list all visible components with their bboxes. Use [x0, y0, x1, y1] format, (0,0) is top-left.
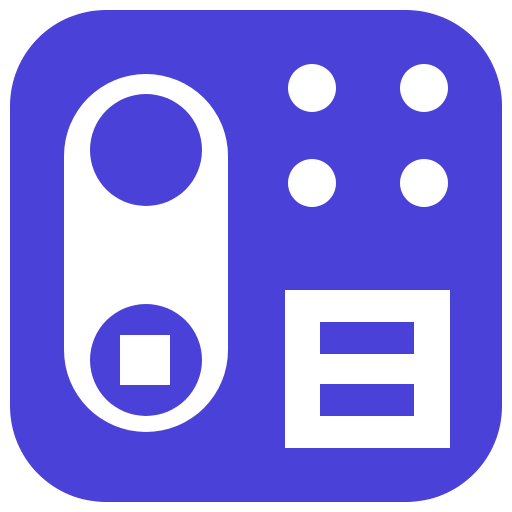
icon-canvas: [0, 0, 512, 512]
panel-slot-bottom: [320, 384, 414, 416]
grid-dot: [400, 64, 448, 112]
panel-frame: [285, 290, 450, 448]
grid-dot: [400, 159, 448, 207]
grid-dot: [288, 64, 336, 112]
panel-slot-top: [320, 322, 414, 354]
doorbell-icon: [64, 74, 228, 432]
intercom-panel-icon: [285, 290, 450, 448]
doorbell-camera-lens: [90, 94, 202, 206]
grid-dot: [288, 159, 336, 207]
doorbell-intercom-app-icon[interactable]: [0, 0, 512, 512]
doorbell-button-square: [120, 335, 170, 385]
